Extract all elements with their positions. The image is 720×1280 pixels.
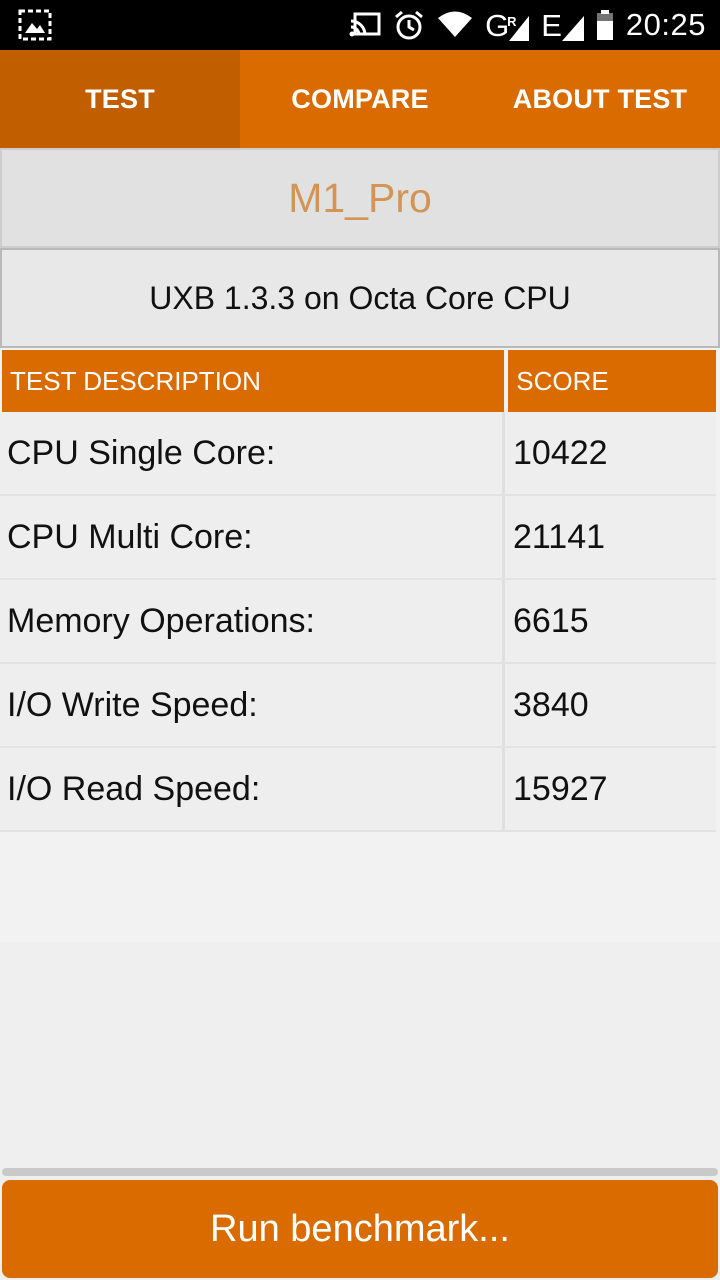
- test-description: I/O Write Speed:: [0, 664, 505, 746]
- tab-test[interactable]: TEST: [0, 50, 240, 148]
- benchmark-info: UXB 1.3.3 on Octa Core CPU: [0, 248, 720, 348]
- table-row: CPU Single Core: 10422: [0, 412, 716, 496]
- network-type-label: GR: [485, 8, 517, 43]
- divider: [2, 1168, 718, 1176]
- table-row: I/O Write Speed: 3840: [0, 664, 716, 748]
- tab-about-test[interactable]: ABOUT TEST: [480, 50, 720, 148]
- screenshot-icon: [18, 9, 52, 41]
- table-row: I/O Read Speed: 15927: [0, 748, 716, 832]
- test-score: 10422: [505, 412, 716, 494]
- results-table: TEST DESCRIPTION SCORE CPU Single Core: …: [0, 348, 720, 942]
- table-header: TEST DESCRIPTION SCORE: [0, 350, 716, 412]
- wifi-icon: [437, 9, 473, 41]
- test-description: I/O Read Speed:: [0, 748, 505, 830]
- signal-icon-2: [561, 10, 584, 42]
- tab-bar: TEST COMPARE ABOUT TEST: [0, 50, 720, 148]
- cast-icon: [349, 9, 381, 41]
- battery-icon: [596, 9, 614, 41]
- table-row: CPU Multi Core: 21141: [0, 496, 716, 580]
- device-name: M1_Pro: [0, 148, 720, 248]
- column-header-description: TEST DESCRIPTION: [2, 350, 505, 412]
- test-score: 6615: [505, 580, 716, 662]
- network-type-label-2: E: [541, 8, 562, 43]
- test-description: CPU Single Core:: [0, 412, 505, 494]
- run-benchmark-button[interactable]: Run benchmark...: [2, 1180, 718, 1278]
- tab-compare[interactable]: COMPARE: [240, 50, 480, 148]
- test-score: 15927: [505, 748, 716, 830]
- status-bar: GR E 20:25: [0, 0, 720, 50]
- test-description: CPU Multi Core:: [0, 496, 505, 578]
- test-score: 21141: [505, 496, 716, 578]
- test-score: 3840: [505, 664, 716, 746]
- alarm-icon: [393, 9, 425, 41]
- test-description: Memory Operations:: [0, 580, 505, 662]
- table-row: Memory Operations: 6615: [0, 580, 716, 664]
- column-header-score: SCORE: [508, 350, 716, 412]
- clock: 20:25: [625, 7, 706, 42]
